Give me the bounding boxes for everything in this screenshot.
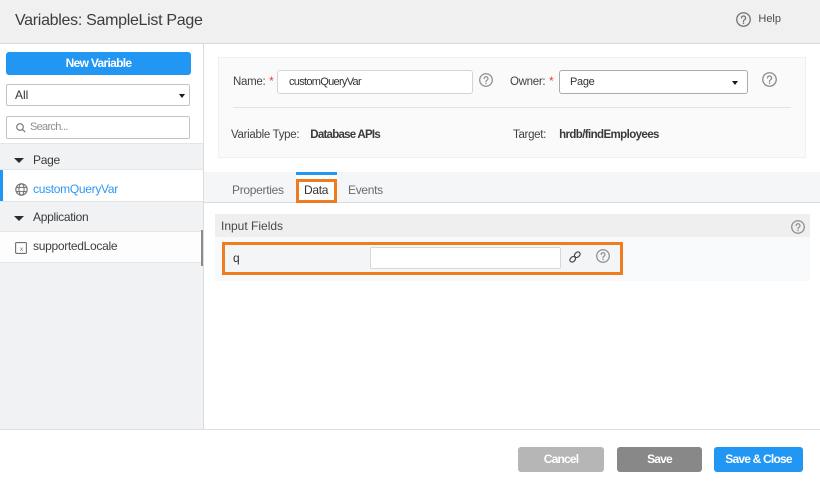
svg-text:x: x	[20, 246, 24, 253]
